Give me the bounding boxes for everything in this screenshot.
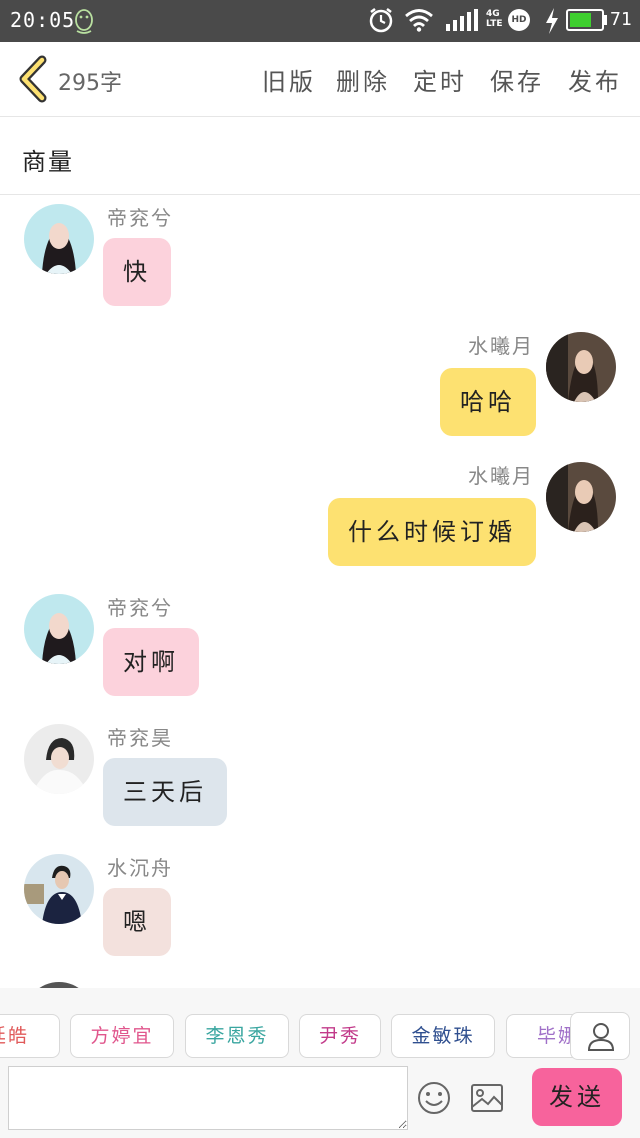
schedule-button[interactable]: 定时 <box>413 62 467 97</box>
avatar-woman-image <box>546 332 616 402</box>
avatar-man-image <box>24 854 94 924</box>
wifi-icon <box>405 9 433 32</box>
network-type-label: 4G <box>486 9 500 19</box>
sender-name: 水曦月 <box>468 464 534 488</box>
network-sub-label: LTE <box>486 19 503 29</box>
network-type-indicator: 4G LTE <box>486 9 503 29</box>
word-count: 295字 <box>58 71 122 96</box>
battery-fill <box>570 13 592 27</box>
emoji-icon[interactable] <box>416 1080 452 1116</box>
character-tab[interactable]: 廷皓 <box>0 1014 60 1058</box>
message-bubble[interactable]: 什么时候订婚 <box>328 498 536 566</box>
avatar-girl-image <box>24 204 94 274</box>
status-bar: 20:05 4G LTE HD 71 <box>0 0 640 42</box>
message-input-bar: 发送 <box>0 1060 640 1138</box>
message-bubble[interactable]: 快 <box>103 238 171 306</box>
message-bubble[interactable]: 嗯 <box>103 888 171 956</box>
signal-icon <box>446 9 478 31</box>
sender-name: 帝兖兮 <box>107 596 173 620</box>
battery-percent: 71 <box>610 9 632 30</box>
hd-voice-icon: HD <box>508 9 530 31</box>
battery-tip <box>604 15 607 25</box>
publish-button[interactable]: 发布 <box>568 62 622 97</box>
character-picker: 廷皓 方婷宜 李恩秀 尹秀 金敏珠 毕娜 <box>0 988 640 1060</box>
character-tab[interactable]: 金敏珠 <box>391 1014 495 1058</box>
avatar[interactable] <box>546 462 616 532</box>
chat-messages[interactable]: 帝兖兮 快 水曦月 哈哈 水曦月 什么时候订婚 帝兖兮 对啊 帝兖昊 三天后 水… <box>0 196 640 988</box>
image-icon[interactable] <box>470 1082 504 1114</box>
old-version-button[interactable]: 旧版 <box>262 62 316 97</box>
avatar-girl-image <box>24 594 94 664</box>
sender-name: 水曦月 <box>468 334 534 358</box>
status-time: 20:05 <box>10 8 76 32</box>
charging-bolt-icon <box>546 8 558 34</box>
person-icon <box>587 1023 615 1051</box>
message-bubble[interactable]: 三天后 <box>103 758 227 826</box>
character-tab[interactable]: 李恩秀 <box>185 1014 289 1058</box>
avatar-woman-image <box>546 462 616 532</box>
qq-penguin-icon <box>75 9 93 34</box>
back-chevron-icon[interactable] <box>14 54 54 104</box>
avatar[interactable] <box>24 204 94 274</box>
chat-title-row[interactable]: 商量 <box>0 118 640 195</box>
avatar[interactable] <box>24 724 94 794</box>
sender-name: 帝兖兮 <box>107 206 173 230</box>
avatar[interactable] <box>24 594 94 664</box>
delete-button[interactable]: 删除 <box>336 62 390 97</box>
avatar-boy-image <box>24 724 94 794</box>
message-bubble[interactable]: 哈哈 <box>440 368 536 436</box>
sender-name: 帝兖昊 <box>107 726 173 750</box>
message-bubble[interactable]: 对啊 <box>103 628 199 696</box>
avatar[interactable] <box>546 332 616 402</box>
battery-icon <box>566 9 604 31</box>
avatar[interactable] <box>24 854 94 924</box>
save-button[interactable]: 保存 <box>490 62 544 97</box>
message-input[interactable] <box>8 1066 408 1130</box>
alarm-icon <box>369 8 393 33</box>
character-tab[interactable]: 尹秀 <box>299 1014 381 1058</box>
add-character-button[interactable] <box>570 1012 630 1060</box>
character-tab[interactable]: 方婷宜 <box>70 1014 174 1058</box>
editor-toolbar: 295字 旧版 删除 定时 保存 发布 <box>0 42 640 117</box>
sender-name: 水沉舟 <box>107 856 173 880</box>
chat-title: 商量 <box>22 148 74 176</box>
send-button[interactable]: 发送 <box>532 1068 622 1126</box>
